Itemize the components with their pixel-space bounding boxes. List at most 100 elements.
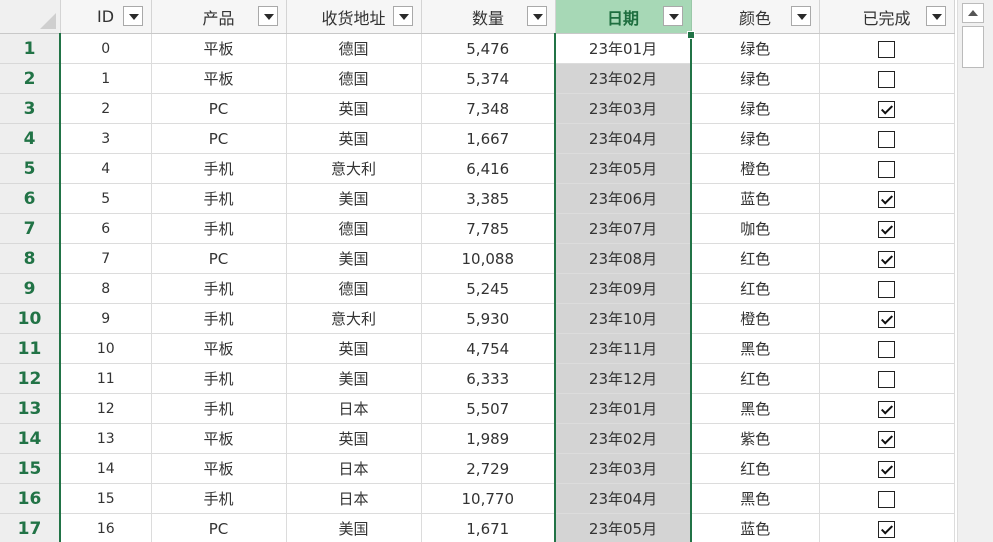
- cell-product[interactable]: PC: [151, 123, 287, 154]
- cell-address[interactable]: 英国: [286, 123, 422, 154]
- filter-dropdown-icon[interactable]: [662, 6, 683, 26]
- row-header[interactable]: 14: [0, 423, 61, 454]
- cell-address[interactable]: 英国: [286, 93, 422, 124]
- cell-date[interactable]: 23年03月: [554, 93, 692, 124]
- cell-qty[interactable]: 5,476: [421, 33, 556, 64]
- cell-product[interactable]: 手机: [151, 303, 287, 334]
- cell-color[interactable]: 红色: [691, 243, 820, 274]
- select-all-corner[interactable]: [0, 0, 61, 34]
- row-header[interactable]: 17: [0, 513, 61, 542]
- cell-address[interactable]: 德国: [286, 213, 422, 244]
- cell-done[interactable]: [819, 33, 955, 64]
- checkbox-unchecked-icon[interactable]: [878, 130, 895, 148]
- cell-product[interactable]: 手机: [151, 153, 287, 184]
- cell-done[interactable]: [819, 123, 955, 154]
- column-header-color[interactable]: 颜色: [691, 0, 820, 34]
- cell-done[interactable]: [819, 153, 955, 184]
- cell-qty[interactable]: 10,088: [421, 243, 556, 274]
- filter-dropdown-icon[interactable]: [925, 6, 946, 26]
- cell-address[interactable]: 意大利: [286, 153, 422, 184]
- cell-qty[interactable]: 1,671: [421, 513, 556, 542]
- cell-id[interactable]: 0: [60, 33, 152, 64]
- cell-date[interactable]: 23年04月: [554, 123, 692, 154]
- cell-color[interactable]: 黑色: [691, 393, 820, 424]
- cell-id[interactable]: 2: [60, 93, 152, 124]
- cell-done[interactable]: [819, 243, 955, 274]
- cell-id[interactable]: 16: [60, 513, 152, 542]
- row-header[interactable]: 8: [0, 243, 61, 274]
- cell-qty[interactable]: 7,348: [421, 93, 556, 124]
- checkbox-checked-icon[interactable]: [878, 220, 895, 238]
- cell-address[interactable]: 德国: [286, 63, 422, 94]
- cell-color[interactable]: 咖色: [691, 213, 820, 244]
- cell-qty[interactable]: 6,416: [421, 153, 556, 184]
- checkbox-unchecked-icon[interactable]: [878, 490, 895, 508]
- data-grid[interactable]: ID 产品 收货地址 数量 日期 颜色 已完成 1 0 平板 德国 5,476 23年01月 绿色 2 1 平…: [0, 0, 957, 542]
- cell-date[interactable]: 23年05月: [554, 513, 692, 542]
- column-header-done[interactable]: 已完成: [819, 0, 955, 34]
- cell-date[interactable]: 23年08月: [554, 243, 692, 274]
- checkbox-checked-icon[interactable]: [878, 430, 895, 448]
- row-header[interactable]: 9: [0, 273, 61, 304]
- cell-done[interactable]: [819, 513, 955, 542]
- column-header-qty[interactable]: 数量: [421, 0, 556, 34]
- cell-color[interactable]: 蓝色: [691, 183, 820, 214]
- cell-product[interactable]: 平板: [151, 453, 287, 484]
- filter-dropdown-icon[interactable]: [392, 6, 413, 26]
- column-header-product[interactable]: 产品: [151, 0, 287, 34]
- cell-product[interactable]: 手机: [151, 393, 287, 424]
- cell-done[interactable]: [819, 273, 955, 304]
- row-header[interactable]: 6: [0, 183, 61, 214]
- cell-address[interactable]: 日本: [286, 483, 422, 514]
- cell-color[interactable]: 紫色: [691, 423, 820, 454]
- filter-dropdown-icon[interactable]: [122, 6, 143, 26]
- checkbox-unchecked-icon[interactable]: [878, 280, 895, 298]
- checkbox-unchecked-icon[interactable]: [878, 160, 895, 178]
- cell-date[interactable]: 23年05月: [554, 153, 692, 184]
- cell-id[interactable]: 1: [60, 63, 152, 94]
- cell-address[interactable]: 日本: [286, 453, 422, 484]
- row-header[interactable]: 11: [0, 333, 61, 364]
- cell-date[interactable]: 23年02月: [554, 63, 692, 94]
- row-header[interactable]: 2: [0, 63, 61, 94]
- scroll-thumb[interactable]: [962, 26, 984, 68]
- cell-qty[interactable]: 5,374: [421, 63, 556, 94]
- cell-id[interactable]: 7: [60, 243, 152, 274]
- cell-id[interactable]: 9: [60, 303, 152, 334]
- cell-id[interactable]: 4: [60, 153, 152, 184]
- cell-qty[interactable]: 10,770: [421, 483, 556, 514]
- cell-color[interactable]: 红色: [691, 273, 820, 304]
- row-header[interactable]: 12: [0, 363, 61, 394]
- checkbox-checked-icon[interactable]: [878, 520, 895, 538]
- cell-date[interactable]: 23年07月: [554, 213, 692, 244]
- checkbox-checked-icon[interactable]: [878, 460, 895, 478]
- cell-color[interactable]: 绿色: [691, 93, 820, 124]
- row-header[interactable]: 4: [0, 123, 61, 154]
- cell-product[interactable]: 平板: [151, 423, 287, 454]
- cell-id[interactable]: 14: [60, 453, 152, 484]
- cell-qty[interactable]: 5,507: [421, 393, 556, 424]
- column-header-address[interactable]: 收货地址: [286, 0, 422, 34]
- cell-qty[interactable]: 1,667: [421, 123, 556, 154]
- cell-date[interactable]: 23年01月: [554, 33, 692, 64]
- cell-color[interactable]: 绿色: [691, 63, 820, 94]
- cell-date[interactable]: 23年12月: [554, 363, 692, 394]
- cell-product[interactable]: 平板: [151, 33, 287, 64]
- cell-qty[interactable]: 7,785: [421, 213, 556, 244]
- cell-color[interactable]: 红色: [691, 363, 820, 394]
- cell-product[interactable]: 手机: [151, 183, 287, 214]
- checkbox-unchecked-icon[interactable]: [878, 40, 895, 58]
- column-header-date[interactable]: 日期: [555, 0, 692, 34]
- cell-id[interactable]: 8: [60, 273, 152, 304]
- cell-color[interactable]: 黑色: [691, 333, 820, 364]
- checkbox-checked-icon[interactable]: [878, 190, 895, 208]
- cell-qty[interactable]: 5,245: [421, 273, 556, 304]
- cell-done[interactable]: [819, 393, 955, 424]
- checkbox-checked-icon[interactable]: [878, 310, 895, 328]
- cell-product[interactable]: 平板: [151, 63, 287, 94]
- cell-address[interactable]: 美国: [286, 243, 422, 274]
- cell-product[interactable]: 手机: [151, 483, 287, 514]
- cell-date[interactable]: 23年01月: [554, 393, 692, 424]
- cell-color[interactable]: 橙色: [691, 153, 820, 184]
- cell-qty[interactable]: 4,754: [421, 333, 556, 364]
